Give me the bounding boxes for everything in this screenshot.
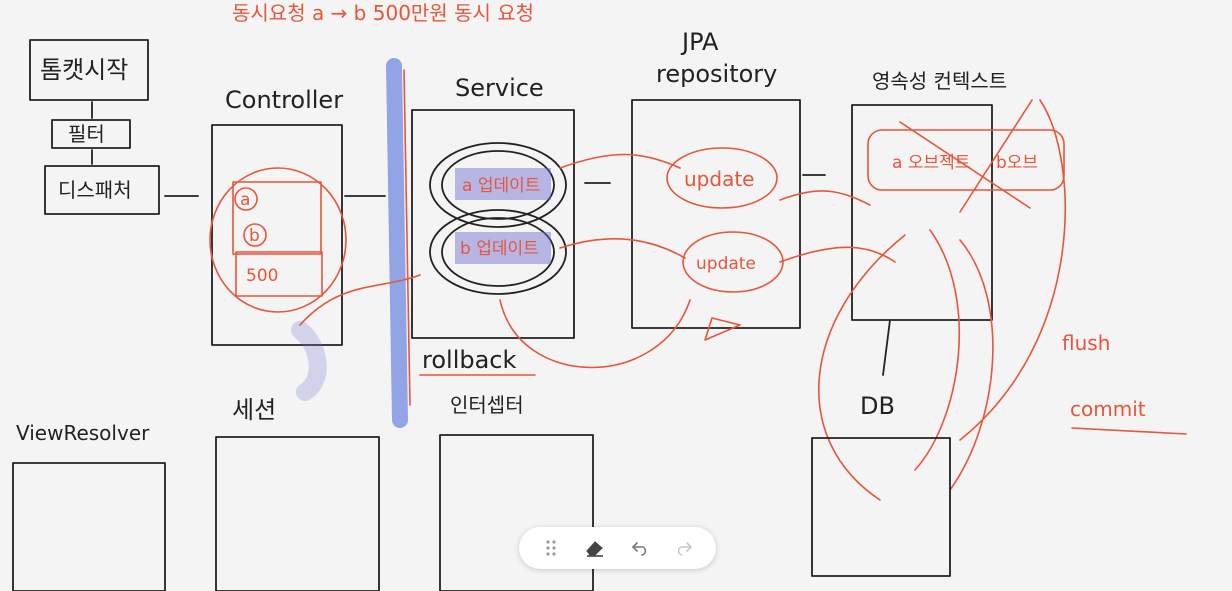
start-box: 톰캣시작 <box>29 39 149 101</box>
interceptor-title: 인터셉터 <box>450 393 524 417</box>
jpa-item-update-1: update <box>684 167 754 191</box>
pen-toolbar <box>519 527 716 569</box>
flow-curve-context-db-2 <box>914 229 961 471</box>
flow-curve-service-jpa-1 <box>559 153 681 169</box>
service-item-a: a 업데이트 <box>462 176 540 196</box>
jpa-box: update update <box>631 99 801 329</box>
viewresolver-title: ViewResolver <box>16 421 150 445</box>
eraser-icon[interactable] <box>581 534 609 562</box>
context-box: a 오브젝트 b오브 <box>851 99 1065 321</box>
controller-scribble <box>209 167 347 313</box>
controller-item-a: a <box>240 190 250 210</box>
flush-note: flush <box>1062 331 1110 355</box>
header-note: 동시요청 a → b 500만원 동시 요청 <box>232 1 534 25</box>
db-title: DB <box>860 392 895 420</box>
rollback-note: rollback <box>422 346 516 374</box>
highlighter-smudge <box>291 321 327 401</box>
flow-curve-context-db-1 <box>817 234 906 501</box>
jpa-arrow-mark <box>704 317 741 341</box>
controller-item-b: b <box>249 226 260 246</box>
whiteboard-canvas[interactable]: 동시요청 a → b 500만원 동시 요청 톰캣시작 필터 디스패처 Cont… <box>0 0 1232 591</box>
grip-icon[interactable] <box>537 534 565 562</box>
jpa-title-line2: repository <box>656 60 777 88</box>
context-title: 영속성 컨텍스트 <box>872 69 1007 93</box>
flow-curve-jpa-context-1 <box>779 190 871 206</box>
service-title: Service <box>455 74 544 102</box>
flow-curve-loop-bottom <box>499 299 691 369</box>
jpa-item-update-2: update <box>696 254 756 274</box>
db-box <box>811 437 951 577</box>
session-box <box>215 436 380 591</box>
controller-title: Controller <box>225 86 343 114</box>
highlighter-stroke <box>386 58 408 428</box>
connector-context-db <box>882 319 891 376</box>
context-item-a: a 오브젝트 <box>892 153 970 173</box>
filter-box: 필터 <box>51 119 131 149</box>
session-title: 세션 <box>232 396 276 424</box>
flow-curve-context-db-3 <box>949 239 994 491</box>
viewresolver-box <box>12 462 166 591</box>
start-label: 톰캣시작 <box>40 56 128 84</box>
context-item-b: b오브 <box>996 153 1038 173</box>
commit-note: commit <box>1070 397 1146 421</box>
filter-label: 필터 <box>68 122 105 146</box>
service-box: a 업데이트 b 업데이트 <box>411 109 575 339</box>
controller-item-amount: 500 <box>246 266 278 286</box>
flow-curve-flush <box>959 99 1067 441</box>
flow-curve-service-jpa-2 <box>559 238 686 259</box>
jpa-title-line1: JPA <box>680 28 719 56</box>
commit-underline <box>1071 427 1187 435</box>
redo-icon[interactable] <box>670 534 698 562</box>
dispatcher-label: 디스패처 <box>58 178 132 202</box>
undo-icon[interactable] <box>626 534 654 562</box>
service-item-b: b 업데이트 <box>460 239 539 259</box>
dispatcher-box: 디스패처 <box>44 165 160 215</box>
